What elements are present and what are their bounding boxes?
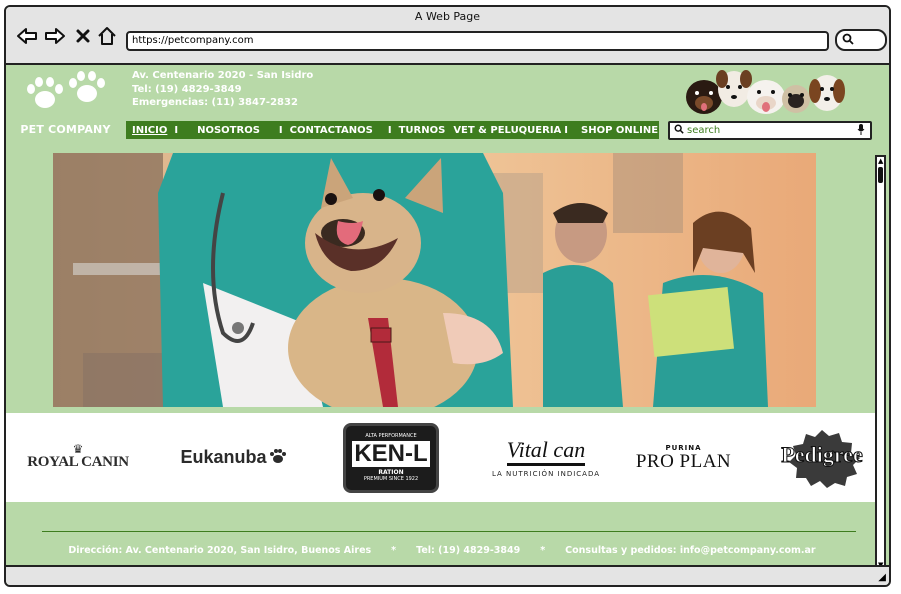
- address-bar[interactable]: https://petcompany.com: [126, 31, 829, 51]
- brand-royal-canin[interactable]: ♛ ROYAL CANIN: [18, 413, 138, 502]
- crown-icon: ♛: [72, 442, 84, 456]
- brand-vitalcan[interactable]: Vital can LA NUTRICIÓN INDICADA: [476, 413, 616, 502]
- web-page: PET COMPANY Av. Centenario 2020 - San Is…: [6, 63, 889, 579]
- hero-image: [53, 153, 816, 407]
- menu-item-inicio[interactable]: INICIO: [126, 125, 173, 136]
- scroll-up-icon[interactable]: ▲: [878, 158, 883, 165]
- site-search-box[interactable]: search: [668, 121, 872, 140]
- footer-phone: Tel: (19) 4829-3849: [416, 545, 521, 556]
- arrow-right-icon[interactable]: [44, 25, 66, 47]
- emergency-text: Emergencias: (11) 3847-2832: [132, 97, 298, 108]
- scroll-thumb[interactable]: [878, 167, 883, 183]
- paw-icon: [68, 71, 105, 107]
- paw-icon: [26, 77, 63, 113]
- phone-text: Tel: (19) 4829-3849: [132, 83, 242, 95]
- browser-search-box[interactable]: [835, 29, 887, 51]
- footer-bullet: *: [391, 545, 397, 556]
- brand-name: PET COMPANY: [20, 123, 111, 136]
- site-logo[interactable]: PET COMPANY: [18, 71, 113, 136]
- footer-contact[interactable]: Consultas y pedidos: info@petcompany.com…: [565, 545, 815, 556]
- arrow-left-icon[interactable]: [16, 25, 38, 47]
- dogs-banner-image: [682, 67, 850, 117]
- search-icon: [842, 33, 854, 48]
- browser-toolbar: A Web Page https://petcompany.com: [6, 7, 889, 65]
- search-placeholder: search: [687, 125, 721, 136]
- window-title: A Web Page: [414, 10, 481, 23]
- footer-divider: [42, 531, 856, 532]
- footer-address: Dirección: Av. Centenario 2020, San Isid…: [68, 545, 372, 556]
- footer: Dirección: Av. Centenario 2020, San Isid…: [6, 545, 878, 556]
- menu-item-shop-online[interactable]: SHOP ONLINE: [569, 125, 664, 136]
- brand-ken-l[interactable]: ALTA PERFORMANCE KEN-L RATION PREMIUM SI…: [341, 413, 441, 502]
- browser-window: A Web Page https://petcompany.com PET CO…: [4, 5, 891, 587]
- brands-strip: ♛ ROYAL CANIN Eukanuba ALTA PERFORMANCE …: [6, 413, 878, 502]
- address-text: Av. Centenario 2020 - San Isidro: [132, 70, 314, 81]
- close-icon[interactable]: [72, 25, 94, 47]
- vertical-scrollbar[interactable]: ▲ ▼: [875, 155, 886, 579]
- main-menu: INICIO I NOSOTROS I CONTACTANOS I TURNOS…: [126, 121, 659, 139]
- menu-item-vet-peluqueria[interactable]: VET & PELUQUERIA: [451, 125, 563, 136]
- home-icon[interactable]: [96, 25, 118, 47]
- brand-pedigree[interactable]: Pedigree: [768, 413, 876, 502]
- brand-pro-plan[interactable]: PURINA PRO PLAN: [626, 413, 741, 502]
- menu-item-turnos[interactable]: TURNOS: [393, 125, 452, 136]
- menu-item-nosotros[interactable]: NOSOTROS: [179, 125, 278, 136]
- menu-item-contactanos[interactable]: CONTACTANOS: [284, 125, 387, 136]
- microphone-icon[interactable]: [855, 123, 867, 138]
- search-icon: [674, 124, 684, 137]
- contact-info: Av. Centenario 2020 - San Isidro Tel: (1…: [132, 69, 313, 110]
- footer-bullet: *: [540, 545, 546, 556]
- paw-icon: [269, 448, 287, 468]
- resize-handle-icon[interactable]: ◢: [878, 572, 886, 583]
- brand-eukanuba[interactable]: Eukanuba: [166, 413, 301, 502]
- status-bar: ◢: [6, 565, 889, 585]
